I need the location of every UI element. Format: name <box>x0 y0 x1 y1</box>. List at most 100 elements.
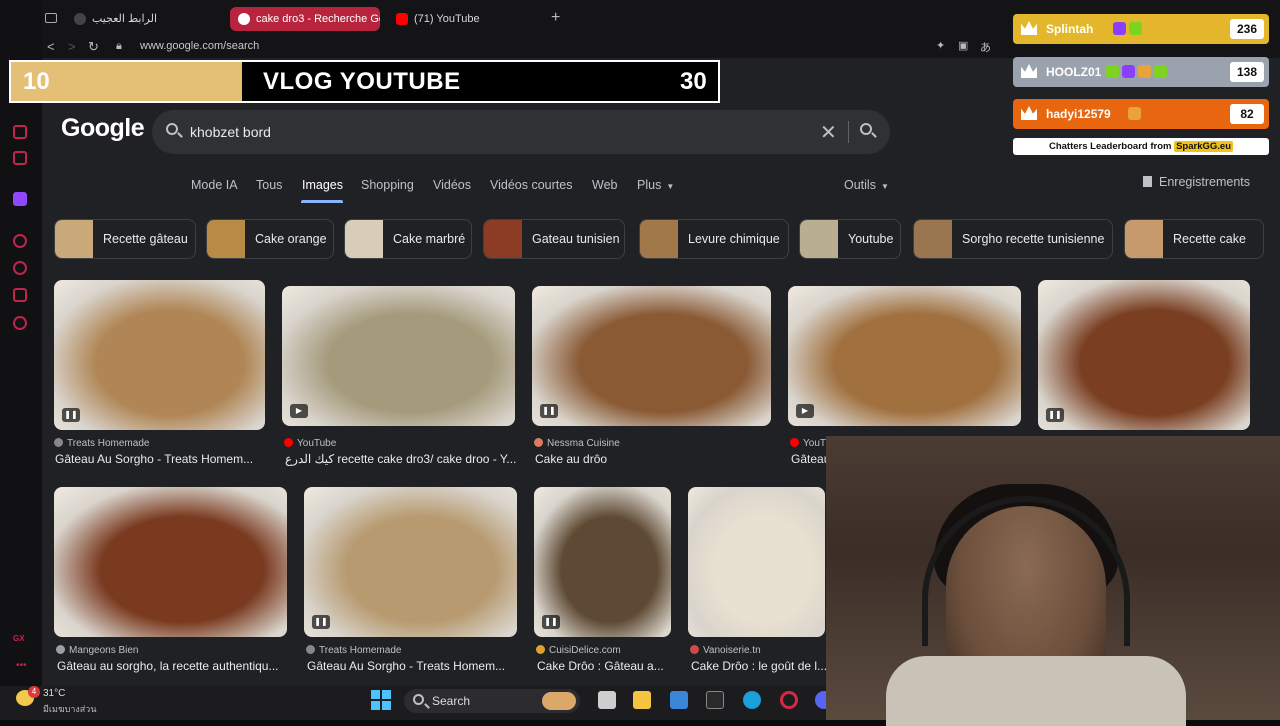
result-title[interactable]: Cake Drôo : Gâteau a... <box>537 659 664 673</box>
image-result-thumbnail[interactable]: ❚❚ <box>532 286 771 426</box>
result-title[interactable]: Cake Drôo : le goût de l... <box>691 659 827 673</box>
tab-google-search[interactable]: cake dro3 - Recherche Go <box>230 7 380 31</box>
search-input[interactable]: khobzet bord <box>190 124 271 140</box>
new-tab-button[interactable]: + <box>551 9 560 27</box>
tab-plus[interactable]: Plus ▼ <box>637 178 674 192</box>
pin-icon[interactable]: ✦ <box>936 39 945 52</box>
tab-mode-ia[interactable]: Mode IA <box>191 178 238 192</box>
clear-search-icon[interactable]: ✕ <box>820 120 837 145</box>
task-view-icon[interactable] <box>598 691 616 709</box>
result-source[interactable]: CuisiDelice.com <box>536 645 621 656</box>
weather-description[interactable]: มีเมฆบางส่วน <box>43 702 96 716</box>
reload-icon[interactable]: ↻ <box>88 39 99 55</box>
result-source[interactable]: Vanoiserie.tn <box>690 645 761 656</box>
messenger-icon[interactable] <box>13 151 27 165</box>
result-source[interactable]: Treats Homemade <box>54 438 149 449</box>
related-search-chip[interactable]: Cake marbré <box>344 219 472 259</box>
result-source[interactable]: Nessma Cuisine <box>534 438 620 449</box>
active-tab-indicator <box>301 200 343 203</box>
tab-images[interactable]: Images <box>302 178 343 192</box>
image-result-thumbnail[interactable]: ❚❚ <box>54 280 265 430</box>
chat-badge-icon <box>1129 22 1142 35</box>
search-submit-icon[interactable] <box>860 123 872 135</box>
google-logo[interactable]: Google <box>61 114 145 143</box>
edge-icon[interactable] <box>743 691 761 709</box>
result-title[interactable]: Gâteau Au Sorgho - Treats Homem... <box>55 452 253 466</box>
url-field[interactable]: www.google.com/search <box>140 40 259 52</box>
image-result-thumbnail[interactable] <box>688 487 825 637</box>
gx-corner-icon[interactable]: GX <box>13 634 25 643</box>
related-search-chip[interactable]: Youtube <box>799 219 901 259</box>
related-search-chip[interactable]: Recette gâteau <box>54 219 196 259</box>
settings-icon[interactable] <box>13 316 27 330</box>
forward-icon[interactable]: > <box>68 39 76 54</box>
related-search-chip[interactable]: Recette cake <box>1124 219 1264 259</box>
related-search-chip[interactable]: Gateau tunisien <box>483 219 625 259</box>
image-result-thumbnail[interactable] <box>54 487 287 637</box>
leaderboard-username: hadyi12579 <box>1046 107 1111 121</box>
chevron-down-icon: ▼ <box>880 182 889 191</box>
related-search-chip[interactable]: Levure chimique <box>639 219 789 259</box>
saved-button[interactable]: Enregistrements <box>1143 175 1250 189</box>
app-icon[interactable] <box>706 691 724 709</box>
result-title[interactable]: Gâteau <box>791 452 827 466</box>
tab-shopping[interactable]: Shopping <box>361 178 414 192</box>
back-icon[interactable]: < <box>47 39 55 54</box>
source-name: Treats Homemade <box>67 438 150 449</box>
file-explorer-icon[interactable] <box>633 691 651 709</box>
image-result-thumbnail[interactable]: ❚❚ <box>1038 280 1250 430</box>
video-badge-icon: ▶ <box>290 404 308 418</box>
opera-gx-taskbar-icon[interactable] <box>780 691 798 709</box>
chat-badge-icon <box>1137 65 1151 78</box>
weather-temperature[interactable]: 31°C <box>43 688 65 699</box>
youtube-favicon-icon <box>396 13 408 25</box>
chip-thumbnail <box>800 220 838 258</box>
tab-web[interactable]: Web <box>592 178 617 192</box>
source-name: YouTube <box>297 438 337 449</box>
vlog-title: VLOG YOUTUBE <box>263 68 461 95</box>
search-divider <box>848 121 849 143</box>
snapshot-icon[interactable]: ▣ <box>958 39 968 52</box>
player-icon[interactable] <box>13 234 27 248</box>
history-icon[interactable] <box>13 261 27 275</box>
result-source[interactable]: Mangeons Bien <box>56 645 139 656</box>
start-icon[interactable] <box>371 690 391 710</box>
workspaces-icon[interactable] <box>45 13 57 23</box>
extensions-icon[interactable] <box>13 288 27 302</box>
image-result-thumbnail[interactable]: ❚❚ <box>304 487 517 637</box>
result-title[interactable]: كيك الدرع recette cake dro3/ cake droo -… <box>285 452 516 466</box>
related-search-chip[interactable]: Sorgho recette tunisienne <box>913 219 1113 259</box>
related-search-chip[interactable]: Cake orange <box>206 219 334 259</box>
google-favicon-icon <box>238 13 250 25</box>
saved-label: Enregistrements <box>1159 175 1251 189</box>
aria-icon[interactable] <box>13 125 27 139</box>
source-name: Treats Homemade <box>319 645 402 656</box>
taskbar-search[interactable]: Search <box>404 689 580 713</box>
tools-button[interactable]: Outils ▼ <box>844 178 889 192</box>
image-result-thumbnail[interactable]: ▶ <box>788 286 1021 426</box>
leaderboard-score: 82 <box>1230 104 1264 124</box>
result-source[interactable]: Treats Homemade <box>306 645 401 656</box>
result-source[interactable]: YouTube <box>284 438 336 449</box>
source-favicon-icon <box>54 438 63 447</box>
tab-youtube[interactable]: (71) YouTube <box>388 7 538 31</box>
image-result-thumbnail[interactable]: ❚❚ <box>534 487 671 637</box>
result-title[interactable]: Gâteau au sorgho, la recette authentiqu.… <box>57 659 278 673</box>
tab-videos-courtes[interactable]: Vidéos courtes <box>490 178 572 192</box>
opera-sidebar: GX ••• <box>0 0 42 720</box>
twitch-icon[interactable] <box>13 192 27 206</box>
chip-thumbnail <box>345 220 383 258</box>
tab-tous[interactable]: Tous <box>256 178 282 192</box>
result-title[interactable]: Cake au drôo <box>535 452 607 466</box>
more-icon[interactable]: ••• <box>16 660 27 671</box>
store-icon[interactable] <box>670 691 688 709</box>
tab-rabet[interactable]: الرابط العجيب <box>66 7 226 31</box>
image-result-thumbnail[interactable]: ▶ <box>282 286 515 426</box>
result-title[interactable]: Gâteau Au Sorgho - Treats Homem... <box>307 659 505 673</box>
translate-icon[interactable]: あ <box>980 39 991 55</box>
search-box[interactable]: khobzet bord ✕ <box>152 110 890 154</box>
tab-videos[interactable]: Vidéos <box>433 178 471 192</box>
result-source[interactable]: YouTube <box>790 438 826 449</box>
tools-label: Outils <box>844 178 876 192</box>
source-favicon-icon <box>284 438 293 447</box>
